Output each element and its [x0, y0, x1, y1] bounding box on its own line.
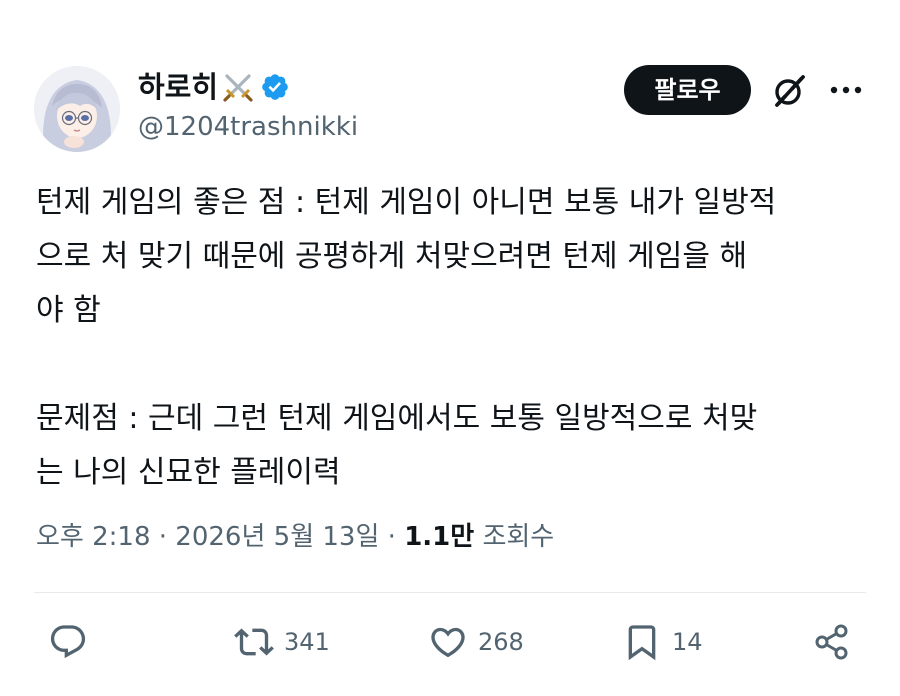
verified-badge-icon[interactable] [260, 72, 290, 102]
crossed-swords-icon [220, 69, 256, 105]
follow-button[interactable]: 팔로우 [624, 65, 751, 115]
tweet-card: 하로히 @1204trashnikki 팔로우 턴제 게임의 좋은 점: 턴제… [0, 0, 900, 696]
author-display-name[interactable]: 하로히 [138, 68, 218, 106]
tweet-time[interactable]: 오후 2:18 [36, 522, 151, 552]
action-bar: 341 268 14 [0, 618, 900, 666]
like-button[interactable]: 268 [428, 618, 524, 666]
share-button[interactable] [812, 618, 852, 666]
bookmark-icon [628, 625, 656, 661]
divider [34, 592, 866, 593]
author-name-row[interactable]: 하로히 [138, 68, 290, 106]
meta-separator: · [387, 522, 396, 552]
tweet-text: 턴제 게임의 좋은 점 : 턴제 게임이 아니면 보통 내가 일방적 으로 처 … [36, 185, 777, 490]
avatar[interactable] [34, 66, 120, 152]
bookmark-button[interactable]: 14 [622, 618, 703, 666]
tweet-meta: 오후 2:18 · 2026년 5월 13일 · 1.1만 조회수 [36, 518, 554, 556]
more-horizontal-icon[interactable] [827, 75, 865, 105]
views-count[interactable]: 1.1만 [404, 522, 474, 552]
views-label: 조회수 [482, 522, 555, 552]
author-handle[interactable]: @1204trashnikki [138, 110, 358, 144]
like-count: 268 [478, 628, 524, 656]
share-icon [815, 624, 848, 660]
tweet-date[interactable]: 2026년 5월 13일 [175, 522, 379, 552]
like-heart-icon [431, 627, 465, 658]
retweet-count: 341 [284, 628, 330, 656]
avatar-image [34, 66, 120, 152]
reply-button[interactable] [48, 618, 88, 666]
retweet-button[interactable]: 341 [234, 618, 330, 666]
retweet-icon [234, 628, 274, 656]
bookmark-count: 14 [672, 628, 703, 656]
meta-separator: · [158, 522, 168, 552]
reply-icon [50, 625, 86, 659]
grok-icon[interactable] [770, 72, 808, 110]
